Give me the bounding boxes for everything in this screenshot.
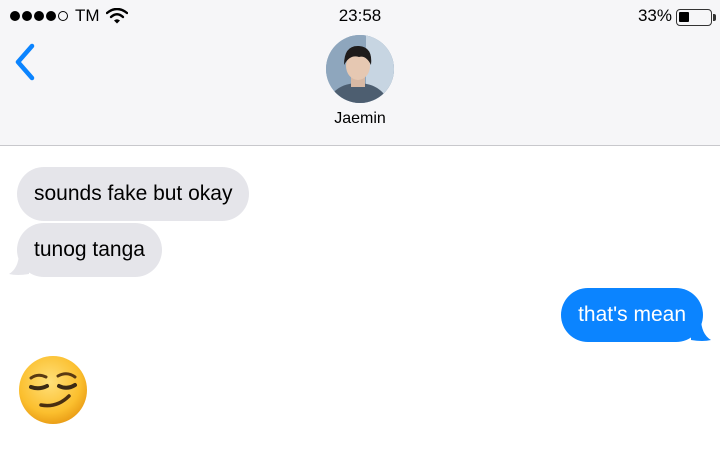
chevron-left-icon[interactable] xyxy=(8,40,44,84)
contact-name: Jaemin xyxy=(334,110,386,127)
conversation-header: TM 23:58 33% Jaemin xyxy=(0,0,720,146)
battery-icon xyxy=(676,9,716,26)
status-time: 23:58 xyxy=(338,6,382,25)
avatar-photo xyxy=(326,35,394,103)
contact-avatar[interactable] xyxy=(326,35,394,103)
smirking-face-emoji[interactable] xyxy=(17,354,89,426)
incoming-message-bubble[interactable]: sounds fake but okay xyxy=(17,167,250,221)
outgoing-message-bubble[interactable]: that's mean xyxy=(561,288,703,342)
incoming-message-bubble[interactable]: tunog tanga xyxy=(17,223,162,277)
message-text: sounds fake but okay xyxy=(34,182,233,205)
battery-percent: 33% xyxy=(637,6,672,25)
message-text: that's mean xyxy=(578,303,686,326)
message-text: tunog tanga xyxy=(34,238,145,261)
status-bar: TM 23:58 33% xyxy=(0,0,720,32)
battery-level-fill xyxy=(679,12,689,22)
